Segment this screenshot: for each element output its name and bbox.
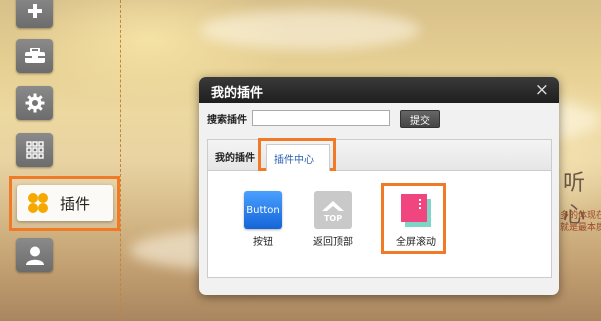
add-button[interactable] xyxy=(16,0,53,28)
grid-icon xyxy=(25,141,44,159)
dialog-title: 我的插件 xyxy=(211,86,264,101)
gear-icon xyxy=(25,93,44,113)
back-to-top-icon-text: TOP xyxy=(324,214,342,223)
tab-highlight: 插件中心 xyxy=(258,138,336,171)
plugin-item-fullscreen-scroll[interactable]: 全屏滚动 xyxy=(388,191,444,248)
tab-plugin-center[interactable]: 插件中心 xyxy=(266,144,330,171)
settings-button[interactable] xyxy=(16,86,53,120)
plugin-item-button[interactable]: Button 按钮 xyxy=(235,191,291,248)
tab-bar: 我的插件 插件中心 xyxy=(208,138,551,171)
background-text-line: 就是最本质 xyxy=(560,223,601,233)
submit-button[interactable]: 提交 xyxy=(400,110,440,128)
plus-icon xyxy=(27,4,42,18)
plugin-button-highlight: 插件 xyxy=(9,176,120,231)
apps-grid-button[interactable] xyxy=(16,133,53,167)
plugin-button-label: 插件 xyxy=(60,194,91,213)
background-text-line: 多的体现在 xyxy=(560,211,601,221)
background-text-fragment: 多的体现在 就是最本质 xyxy=(560,210,601,234)
button-icon: Button xyxy=(244,191,282,229)
plugin-dialog: 我的插件 × 搜索插件 提交 我的插件 插件中心 Button 按钮 TOP 返… xyxy=(199,77,559,295)
plugin-item-label: 返回顶部 xyxy=(313,237,353,248)
user-icon xyxy=(25,246,44,265)
back-to-top-icon: TOP xyxy=(314,191,352,229)
cloud-decoration xyxy=(200,10,420,50)
search-input[interactable] xyxy=(252,110,390,126)
tab-panel: 我的插件 插件中心 Button 按钮 TOP 返回顶部 全屏滚动 xyxy=(207,138,552,278)
plugin-item-label: 按钮 xyxy=(253,237,273,248)
dialog-header: 我的插件 × xyxy=(199,77,559,103)
toolbox-button[interactable] xyxy=(16,39,53,73)
close-icon[interactable]: × xyxy=(535,80,549,100)
plugin-button[interactable]: 插件 xyxy=(17,185,113,221)
tab-my-plugins[interactable]: 我的插件 xyxy=(215,149,255,164)
plugin-item-back-to-top[interactable]: TOP 返回顶部 xyxy=(305,191,361,248)
plugin-item-label: 全屏滚动 xyxy=(396,237,436,248)
clover-icon xyxy=(28,193,48,213)
plugin-highlight: 全屏滚动 xyxy=(381,183,446,254)
user-button[interactable] xyxy=(16,238,53,272)
fullscreen-scroll-icon xyxy=(397,191,435,229)
toolbox-icon xyxy=(24,48,45,63)
search-label: 搜索插件 xyxy=(207,115,247,126)
tab-plugin-center-label: 插件中心 xyxy=(274,155,314,166)
page-guide-line xyxy=(120,0,121,321)
